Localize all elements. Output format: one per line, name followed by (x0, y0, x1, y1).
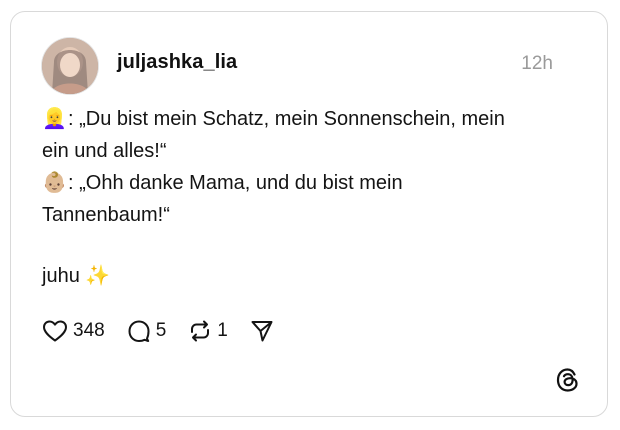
post-text-line: 👶🏼: „Ohh danke Mama, und du bist mein (42, 167, 403, 199)
post-text-line: juhu ✨ (42, 260, 110, 292)
username[interactable]: juljashka_lia (117, 51, 237, 74)
post-text-segment: juhu ✨ (42, 265, 111, 287)
reply-button[interactable]: 5 (127, 319, 167, 343)
repost-icon (191, 320, 210, 342)
post-text-segment: ein und alles!“ (42, 140, 167, 162)
reply-count: 5 (155, 320, 167, 341)
avatar-image (42, 38, 98, 94)
woman-blond-emoji: 👱‍♀️ (42, 108, 67, 130)
post-text-segment: Tannenbaum!“ (42, 204, 170, 226)
post-text-line: ein und alles!“ (42, 135, 167, 167)
like-count: 348 (73, 320, 105, 341)
comment-bubble-icon (128, 320, 150, 342)
share-button[interactable] (250, 319, 274, 343)
post-text-line: 👱‍♀️: „Du bist mein Schatz, mein Sonnens… (42, 103, 505, 135)
avatar[interactable] (42, 38, 98, 94)
heart-icon (43, 320, 67, 342)
post-text-line: Tannenbaum!“ (42, 199, 170, 231)
repost-button[interactable]: 1 (188, 319, 228, 343)
post-text-segment: : „Ohh danke Mama, und du bist mein (68, 172, 403, 194)
post-actions: 348 5 1 (42, 317, 296, 345)
repost-count: 1 (217, 320, 228, 341)
threads-logo-icon (555, 367, 581, 393)
post-timestamp: 12h (521, 53, 553, 74)
send-icon (251, 321, 273, 342)
post-text-segment: : „Du bist mein Schatz, mein Sonnenschei… (68, 108, 505, 130)
post-card: juljashka_lia 12h 👱‍♀️: „Du bist mein Sc… (10, 11, 608, 417)
like-button[interactable]: 348 (42, 319, 105, 343)
baby-emoji: 👶🏼 (42, 172, 67, 194)
